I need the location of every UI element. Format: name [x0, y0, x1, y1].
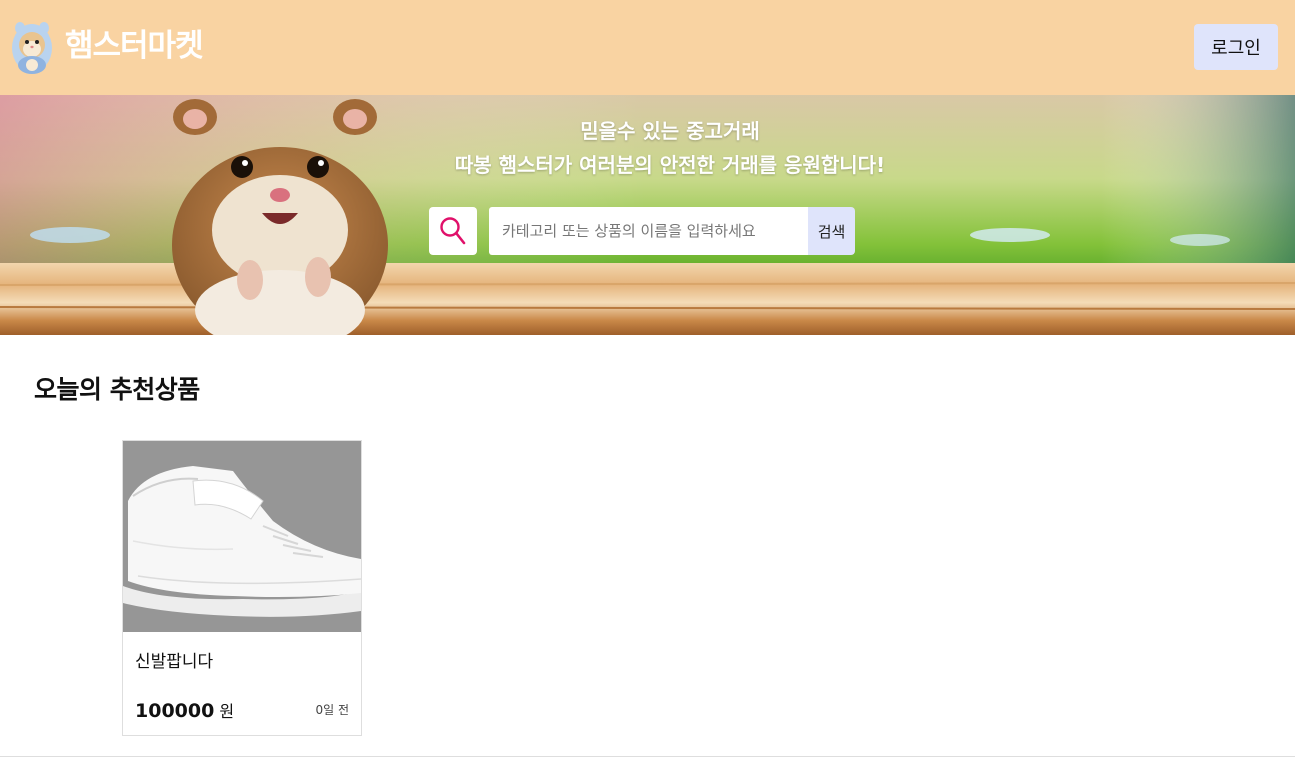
section-title: 오늘의 추천상품 — [34, 375, 200, 404]
login-button[interactable]: 로그인 — [1194, 24, 1278, 70]
banner-tagline-1: 믿을수 있는 중고거래 — [580, 119, 760, 143]
product-name: 신발팝니다 — [135, 652, 214, 672]
banner-tagline-2: 따봉 햄스터가 여러분의 안전한 거래를 응원합니다! — [454, 153, 886, 177]
sneaker-image — [123, 441, 361, 632]
search-icon-button[interactable] — [429, 207, 477, 255]
header: 햄스터마켓 로그인 — [0, 0, 1295, 95]
logo-text: 햄스터마켓 — [65, 27, 204, 64]
product-time: 0일 전 — [315, 703, 349, 717]
product-card[interactable]: 신발팝니다 100000 원 0일 전 — [122, 440, 362, 736]
hamster-logo-icon — [12, 22, 52, 74]
product-price: 100000 원 — [135, 698, 234, 722]
search-button[interactable]: 검색 — [808, 207, 855, 255]
product-price-value: 100000 — [135, 700, 215, 722]
product-price-unit: 원 — [219, 702, 235, 721]
logo[interactable]: 햄스터마켓 — [10, 18, 204, 74]
product-image — [123, 441, 361, 632]
search-icon — [440, 217, 466, 245]
hero-banner: 믿을수 있는 중고거래 따봉 햄스터가 여러분의 안전한 거래를 응원합니다! … — [0, 95, 1295, 335]
search-input[interactable] — [489, 207, 809, 255]
